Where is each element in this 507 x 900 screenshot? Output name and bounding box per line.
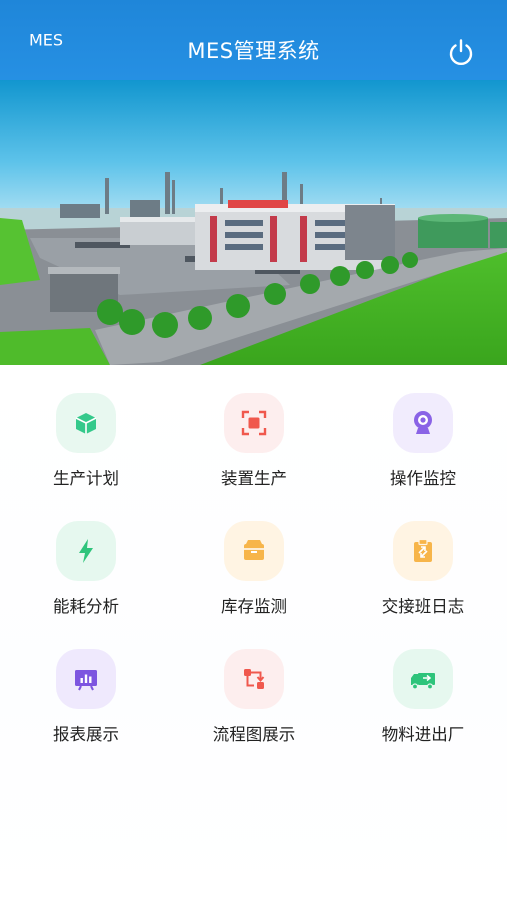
handover-log-icon	[414, 538, 432, 562]
menu-item-label: 流程图展示	[212, 725, 296, 744]
menu-item-shift-handover-log[interactable]: 交接班日志	[353, 521, 493, 631]
menu-item-production-plan[interactable]: 生产计划	[16, 393, 156, 503]
menu-icon-badge	[393, 649, 453, 709]
report-board-icon	[75, 670, 97, 691]
menu-item-material-in-out[interactable]: 物料进出厂	[353, 649, 493, 759]
package-icon	[244, 540, 264, 560]
menu-item-unit-production[interactable]: 装置生产	[184, 393, 324, 503]
webcam-icon	[414, 411, 432, 434]
menu-item-label: 能耗分析	[53, 597, 119, 616]
menu-icon-badge	[393, 393, 453, 453]
menu-item-label: 报表展示	[53, 725, 119, 744]
menu-icon-badge	[56, 649, 116, 709]
lightning-icon	[79, 539, 93, 563]
factory-illustration	[0, 80, 507, 365]
function-menu-grid: 生产计划 装置生产 操作监控 能耗分析 库存监测 交接班日志 报表展示 流程图展…	[0, 365, 507, 900]
menu-item-label: 库存监测	[221, 597, 287, 616]
menu-item-label: 操作监控	[390, 469, 456, 488]
menu-item-energy-analysis[interactable]: 能耗分析	[16, 521, 156, 631]
app-header: MES MES管理系统	[0, 0, 507, 80]
menu-icon-badge	[56, 393, 116, 453]
menu-item-flowchart-display[interactable]: 流程图展示	[184, 649, 324, 759]
menu-icon-badge	[56, 521, 116, 581]
menu-icon-badge	[393, 521, 453, 581]
factory-sign	[228, 200, 288, 208]
menu-item-label: 交接班日志	[381, 597, 465, 616]
menu-icon-badge	[224, 649, 284, 709]
page-title: MES管理系统	[187, 39, 320, 63]
menu-icon-badge	[224, 521, 284, 581]
menu-item-report-display[interactable]: 报表展示	[16, 649, 156, 759]
power-icon[interactable]	[446, 37, 476, 67]
target-frame-icon	[241, 410, 267, 436]
menu-icon-badge	[224, 393, 284, 453]
menu-item-operation-monitor[interactable]: 操作监控	[353, 393, 493, 503]
menu-item-label: 生产计划	[53, 469, 119, 488]
menu-item-label: 物料进出厂	[381, 725, 465, 744]
delivery-truck-icon	[411, 673, 435, 690]
factory-banner-image	[0, 80, 507, 365]
flowchart-icon	[244, 669, 265, 689]
menu-item-label: 装置生产	[221, 469, 287, 488]
menu-item-inventory-monitor[interactable]: 库存监测	[184, 521, 324, 631]
box-icon	[75, 413, 97, 434]
